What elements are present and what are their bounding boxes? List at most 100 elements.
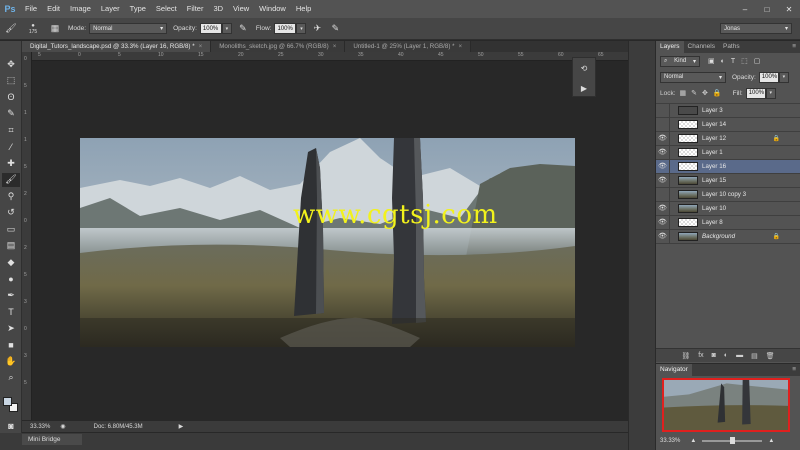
workspace-select[interactable]: Jonas ▾ <box>720 23 792 34</box>
marquee-tool-icon[interactable]: ⬚ <box>2 74 20 88</box>
fill-input[interactable]: 100% <box>745 87 766 99</box>
layer-opacity-dropdown[interactable]: ▾ <box>778 71 789 83</box>
navigator-zoom-value[interactable]: 33.33% <box>660 438 680 444</box>
mini-bridge-tab[interactable]: Mini Bridge <box>22 434 82 445</box>
zoom-level[interactable]: 33.33% <box>30 424 50 430</box>
layer-row[interactable]: 👁 Background 🔒 <box>656 229 800 244</box>
trash-icon[interactable]: 🗑 <box>766 352 775 360</box>
fill-dropdown[interactable]: ▾ <box>765 87 776 99</box>
kind-filter-select[interactable]: ⌕ Kind ▾ <box>660 55 700 67</box>
layer-row[interactable]: 👁 Layer 12 🔒 <box>656 131 800 146</box>
pen-tool-icon[interactable]: ✒ <box>2 288 20 302</box>
close-icon[interactable]: × <box>333 43 337 50</box>
menu-type[interactable]: Type <box>125 0 151 18</box>
brush-tool-icon[interactable]: 🖌 <box>4 22 18 36</box>
panel-menu-icon[interactable]: ≡ <box>788 41 800 53</box>
menu-layer[interactable]: Layer <box>96 0 125 18</box>
link-layers-icon[interactable]: ⛓ <box>681 352 690 360</box>
brush-panel-icon[interactable]: ▦ <box>48 22 62 36</box>
zoom-tool-icon[interactable]: ⌕ <box>2 371 20 385</box>
menu-window[interactable]: Window <box>254 0 291 18</box>
horizontal-ruler[interactable]: 5 0 5 10 15 20 25 30 35 40 45 50 55 60 65 <box>32 52 628 61</box>
layer-row[interactable]: Layer 10 copy 3 <box>656 187 800 202</box>
flow-dropdown[interactable]: ▾ <box>296 23 307 34</box>
add-mask-icon[interactable]: ◙ <box>712 352 716 359</box>
document-tab[interactable]: Monoliths_sketch.jpg @ 66.7% (RGB/8) × <box>211 41 346 52</box>
maximize-button[interactable]: □ <box>756 0 778 18</box>
visibility-eye-icon[interactable]: 👁 <box>656 145 670 160</box>
brush-preset-picker[interactable]: ● 175 <box>22 22 44 36</box>
menu-help[interactable]: Help <box>291 0 316 18</box>
mode-select[interactable]: Normal ▾ <box>89 23 168 34</box>
eraser-tool-icon[interactable]: ▭ <box>2 222 20 236</box>
zoom-slider[interactable] <box>702 437 763 444</box>
foreground-color-swatch[interactable] <box>3 397 12 406</box>
document-tab[interactable]: Digital_Tutors_landscape.psd @ 33.3% (La… <box>22 41 212 52</box>
minimize-button[interactable]: – <box>734 0 756 18</box>
new-layer-icon[interactable]: ▤ <box>751 352 758 360</box>
quick-mask-icon[interactable]: ◙ <box>2 419 20 433</box>
status-menu-icon[interactable]: ◉ <box>60 423 65 430</box>
eyedropper-tool-icon[interactable]: ⁄ <box>2 140 20 154</box>
close-icon[interactable]: × <box>199 43 203 50</box>
status-arrow-icon[interactable]: ▶ <box>179 423 184 430</box>
menu-edit[interactable]: Edit <box>42 0 65 18</box>
document-tab[interactable]: Untitled-1 @ 25% (Layer 1, RGB/8) * × <box>345 41 472 52</box>
type-tool-icon[interactable]: T <box>2 305 20 319</box>
zoom-in-icon[interactable]: ▲ <box>768 438 774 444</box>
layer-row[interactable]: 👁 Layer 8 <box>656 215 800 230</box>
navigator-preview[interactable] <box>662 378 790 432</box>
visibility-eye-icon[interactable]: 👁 <box>656 215 670 230</box>
menu-image[interactable]: Image <box>65 0 96 18</box>
blur-tool-icon[interactable]: ◆ <box>2 255 20 269</box>
menu-filter[interactable]: Filter <box>182 0 209 18</box>
layer-row[interactable]: 👁 Layer 15 <box>656 173 800 188</box>
landscape-artwork[interactable] <box>80 138 575 347</box>
visibility-eye-icon[interactable] <box>656 117 670 132</box>
healing-tool-icon[interactable]: ✚ <box>2 156 20 170</box>
close-button[interactable]: ✕ <box>778 0 800 18</box>
visibility-eye-icon[interactable]: 👁 <box>656 159 670 174</box>
zoom-slider-handle[interactable] <box>730 437 736 444</box>
close-icon[interactable]: × <box>459 43 463 50</box>
opacity-dropdown[interactable]: ▾ <box>221 23 232 34</box>
gradient-tool-icon[interactable]: ▤ <box>2 239 20 253</box>
layer-row[interactable]: Layer 14 <box>656 117 800 132</box>
menu-3d[interactable]: 3D <box>208 0 228 18</box>
layer-opacity-input[interactable]: 100% <box>758 71 779 83</box>
tab-navigator[interactable]: Navigator <box>656 364 692 376</box>
blend-mode-select[interactable]: Normal ▾ <box>660 71 726 83</box>
color-swatches[interactable] <box>3 397 19 413</box>
menu-view[interactable]: View <box>228 0 254 18</box>
fx-icon[interactable]: fx <box>698 352 703 359</box>
vertical-ruler[interactable]: 0 5 1 1 5 2 0 2 5 3 0 3 5 <box>22 52 32 420</box>
flow-input[interactable]: 100% <box>274 23 297 34</box>
visibility-eye-icon[interactable]: 👁 <box>656 173 670 188</box>
visibility-eye-icon[interactable]: 👁 <box>656 201 670 216</box>
zoom-out-icon[interactable]: ▲ <box>690 438 696 444</box>
brush-tool-icon[interactable]: 🖌 <box>2 172 20 187</box>
visibility-eye-icon[interactable]: 👁 <box>656 131 670 146</box>
lasso-tool-icon[interactable]: ʘ <box>2 90 20 104</box>
lock-icons[interactable]: ▦✎✥🔒 <box>680 89 727 97</box>
pressure-opacity-icon[interactable]: ✎ <box>236 22 250 36</box>
path-select-tool-icon[interactable]: ➤ <box>2 321 20 335</box>
layer-row[interactable]: 👁 Layer 10 <box>656 201 800 216</box>
tab-channels[interactable]: Channels <box>684 41 719 53</box>
new-group-icon[interactable]: ▬ <box>736 352 743 359</box>
history-brush-tool-icon[interactable]: ↺ <box>2 206 20 220</box>
layer-row[interactable]: 👁 Layer 1 <box>656 145 800 160</box>
layer-row[interactable]: 👁 Layer 16 <box>656 159 800 174</box>
opacity-input[interactable]: 100% <box>199 23 222 34</box>
visibility-eye-icon[interactable] <box>656 187 670 202</box>
menu-file[interactable]: File <box>20 0 42 18</box>
crop-tool-icon[interactable]: ⌗ <box>2 123 20 137</box>
panel-menu-icon[interactable]: ≡ <box>788 364 800 376</box>
quick-select-tool-icon[interactable]: ✎ <box>2 107 20 121</box>
layer-row[interactable]: Layer 3 <box>656 103 800 118</box>
clone-stamp-tool-icon[interactable]: ⚲ <box>2 189 20 203</box>
adjustment-layer-icon[interactable]: ◐ <box>724 352 728 359</box>
actions-play-icon[interactable]: ▶ <box>573 78 595 98</box>
shape-tool-icon[interactable]: ■ <box>2 338 20 352</box>
menu-select[interactable]: Select <box>151 0 182 18</box>
